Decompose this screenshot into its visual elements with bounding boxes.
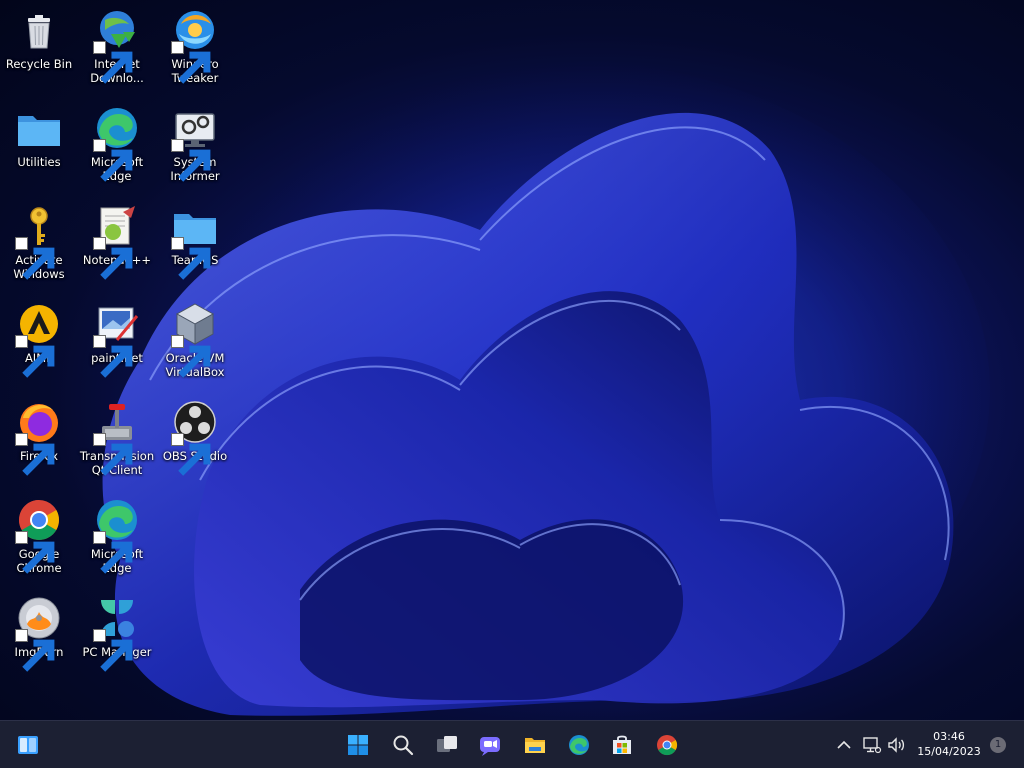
shortcut-arrow-icon bbox=[171, 335, 211, 378]
recycle-bin-icon bbox=[15, 6, 63, 54]
desktop-icon-utilities[interactable]: Utilities bbox=[0, 98, 78, 188]
volume-icon bbox=[886, 735, 906, 755]
tray-volume-button[interactable] bbox=[886, 735, 906, 755]
folder-icon bbox=[15, 104, 63, 152]
chrome-icon bbox=[655, 733, 679, 757]
desktop-icon-obs-studio[interactable]: OBS Studio bbox=[156, 392, 234, 482]
shortcut-arrow-icon bbox=[171, 237, 211, 280]
taskbar-search-button[interactable] bbox=[387, 729, 419, 761]
desktop-icon-paint-net[interactable]: paint.net bbox=[78, 294, 156, 384]
shortcut-arrow-icon bbox=[93, 237, 133, 280]
taskbar-clock[interactable]: 03:46 15/04/2023 bbox=[914, 729, 984, 759]
taskbar-chat-button[interactable] bbox=[474, 729, 506, 761]
windows-start-icon bbox=[346, 733, 370, 757]
shortcut-arrow-icon bbox=[15, 433, 55, 476]
shortcut-arrow-icon bbox=[171, 139, 211, 182]
folder-icon bbox=[171, 202, 219, 280]
clock-date: 15/04/2023 bbox=[917, 745, 981, 758]
taskbar-edge-button[interactable] bbox=[563, 729, 595, 761]
clock-time: 03:46 bbox=[933, 730, 965, 743]
desktop-icon-firefox[interactable]: Firefox bbox=[0, 392, 78, 482]
desktop-icon-teamos[interactable]: TeamOS bbox=[156, 196, 234, 286]
taskbar-start-button[interactable] bbox=[342, 729, 374, 761]
desktop-icon-recycle-bin[interactable]: Recycle Bin bbox=[0, 0, 78, 90]
shortcut-arrow-icon bbox=[171, 41, 211, 84]
shortcut-arrow-icon bbox=[15, 531, 55, 574]
desktop-icon-winaero-tweaker[interactable]: Winaero Tweaker bbox=[156, 0, 234, 90]
desktop-icon-aimp[interactable]: AIMP bbox=[0, 294, 78, 384]
desktop-icon-label: Recycle Bin bbox=[5, 57, 73, 71]
aimp-icon bbox=[15, 300, 63, 378]
network-icon bbox=[862, 735, 882, 755]
shortcut-arrow-icon bbox=[171, 433, 211, 476]
taskbar-task-view-button[interactable] bbox=[431, 729, 463, 761]
edge-icon bbox=[93, 496, 141, 574]
shortcut-arrow-icon bbox=[93, 139, 133, 182]
microsoft-store-icon bbox=[610, 733, 634, 757]
widgets-icon bbox=[16, 733, 40, 757]
shortcut-arrow-icon bbox=[93, 629, 133, 672]
chrome-icon bbox=[15, 496, 63, 574]
desktop-icon-pc-manager[interactable]: PC Manager bbox=[78, 588, 156, 678]
internet-download-manager-icon bbox=[93, 6, 141, 84]
paint-net-icon bbox=[93, 300, 141, 378]
notification-badge[interactable]: 1 bbox=[990, 737, 1006, 753]
imgburn-icon bbox=[15, 594, 63, 672]
chat-icon bbox=[478, 733, 502, 757]
transmission-icon bbox=[93, 398, 141, 476]
shortcut-arrow-icon bbox=[93, 41, 133, 84]
tray-show-hidden-button[interactable] bbox=[834, 735, 854, 755]
shortcut-arrow-icon bbox=[93, 433, 133, 476]
shortcut-arrow-icon bbox=[93, 531, 133, 574]
edge-icon bbox=[567, 733, 591, 757]
desktop-icon-transmission[interactable]: Transmission Qt Client bbox=[78, 392, 156, 482]
winaero-tweaker-icon bbox=[171, 6, 219, 84]
shortcut-arrow-icon bbox=[15, 335, 55, 378]
shortcut-arrow-icon bbox=[15, 237, 55, 280]
desktop-icon-label: Utilities bbox=[17, 155, 61, 169]
taskbar-file-explorer-button[interactable] bbox=[519, 729, 551, 761]
task-view-icon bbox=[435, 733, 459, 757]
taskbar: 03:46 15/04/2023 1 bbox=[0, 720, 1024, 768]
virtualbox-icon bbox=[171, 300, 219, 378]
file-explorer-icon bbox=[523, 733, 547, 757]
pc-manager-icon bbox=[93, 594, 141, 672]
firefox-icon bbox=[15, 398, 63, 476]
key-icon bbox=[15, 202, 63, 280]
shortcut-arrow-icon bbox=[93, 335, 133, 378]
obs-studio-icon bbox=[171, 398, 219, 476]
desktop-icon-oracle-vm-virtualbox[interactable]: Oracle VM VirtualBox bbox=[156, 294, 234, 384]
desktop-icon-google-chrome[interactable]: Google Chrome bbox=[0, 490, 78, 580]
desktop-icon-microsoft-edge[interactable]: Microsoft Edge bbox=[78, 98, 156, 188]
taskbar-store-button[interactable] bbox=[606, 729, 638, 761]
desktop-icon-imgburn[interactable]: ImgBurn bbox=[0, 588, 78, 678]
taskbar-widgets-button[interactable] bbox=[12, 729, 44, 761]
chevron-up-icon bbox=[834, 735, 854, 755]
search-icon bbox=[391, 733, 415, 757]
desktop-icon-activate-windows[interactable]: Activate Windows bbox=[0, 196, 78, 286]
desktop-icon-notepad-plus-plus[interactable]: Notepad++ bbox=[78, 196, 156, 286]
taskbar-chrome-button[interactable] bbox=[651, 729, 683, 761]
desktop-icon-internet-download-manager[interactable]: Internet Downlo... bbox=[78, 0, 156, 90]
desktop-icon-microsoft-edge-2[interactable]: Microsoft Edge bbox=[78, 490, 156, 580]
desktop: Recycle Bin Utilities Activate Windows A… bbox=[0, 0, 1024, 720]
shortcut-arrow-icon bbox=[15, 629, 55, 672]
desktop-icon-system-informer[interactable]: System Informer bbox=[156, 98, 234, 188]
notepad-plus-plus-icon bbox=[93, 202, 141, 280]
tray-network-button[interactable] bbox=[862, 735, 882, 755]
edge-icon bbox=[93, 104, 141, 182]
system-informer-icon bbox=[171, 104, 219, 182]
